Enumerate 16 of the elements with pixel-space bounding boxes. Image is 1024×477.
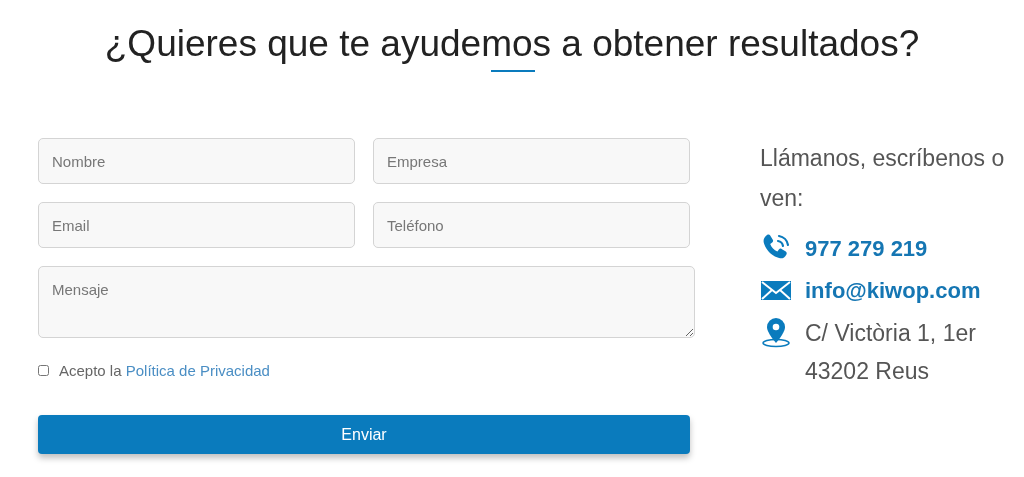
consent-text: Acepto la Política de Privacidad [59, 362, 270, 379]
contact-intro: Llámanos, escríbenos o ven: [760, 144, 1006, 213]
phone-link[interactable]: 977 279 219 [805, 230, 928, 268]
input-field[interactable]: Empresa [373, 138, 690, 184]
location-pin-icon [760, 316, 792, 348]
submit-button[interactable]: Enviar [38, 415, 690, 454]
input-field[interactable]: Teléfono [373, 202, 690, 248]
input-field[interactable]: Nombre [38, 138, 355, 184]
email-link[interactable]: info@kiwop.com [805, 272, 981, 310]
page-heading: ¿Quieres que te ayudemos a obtener resultados? [103, 22, 921, 66]
input-field[interactable]: Email [38, 202, 355, 248]
message-field[interactable]: Mensaje [38, 266, 695, 338]
privacy-policy-link[interactable]: Política de Privacidad [125, 362, 270, 379]
consent-checkbox[interactable] [38, 365, 49, 376]
address-text: C/ Victòria 1, 1er 43202 Reus [805, 319, 977, 386]
accent-underline [491, 70, 535, 72]
